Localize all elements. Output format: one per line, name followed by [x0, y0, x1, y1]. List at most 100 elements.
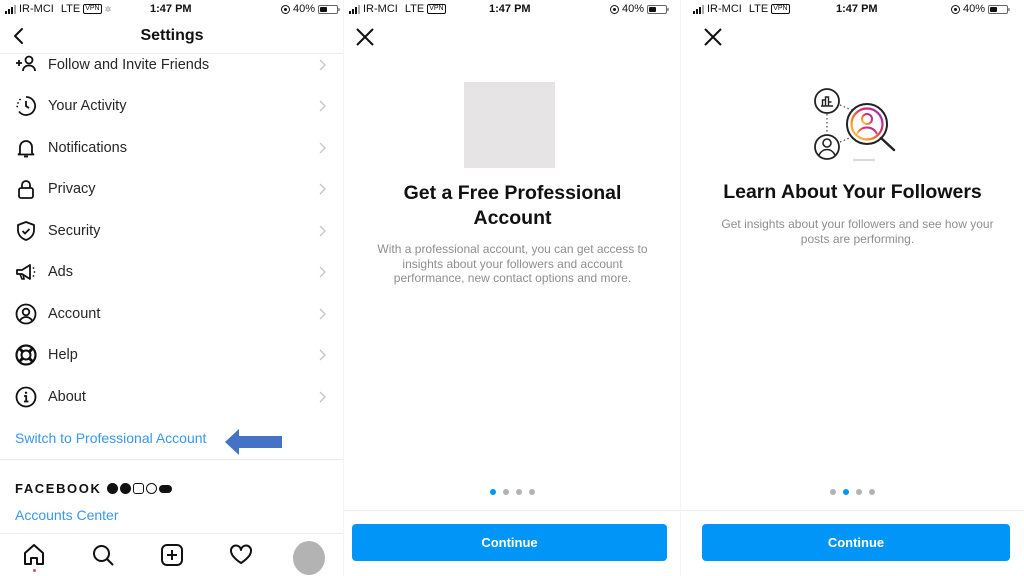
chevron-right-icon — [319, 183, 326, 195]
status-bar: IR-MCI LTE VPN 1:47 PM 40% — [681, 0, 1024, 18]
divider — [681, 510, 1024, 511]
clock: 1:47 PM — [836, 3, 878, 15]
carrier: IR-MCI — [707, 3, 742, 15]
vpn-badge: VPN — [771, 4, 790, 14]
facebook-family-icons — [107, 483, 173, 494]
page-dot — [856, 489, 862, 495]
menu-item-label: Account — [48, 305, 101, 322]
menu-item-help[interactable]: Help — [0, 335, 344, 377]
menu-item-follow-invite[interactable]: Follow and Invite Friends — [0, 44, 344, 86]
page-indicator — [681, 489, 1024, 495]
professional-onboarding-step-2: IR-MCI LTE VPN 1:47 PM 40% Learn About Y… — [681, 0, 1024, 576]
orientation-lock-icon — [280, 4, 290, 14]
page-dot-active — [843, 489, 849, 495]
signal-icon — [5, 4, 16, 14]
page-dot — [869, 489, 875, 495]
divider — [344, 510, 681, 511]
home-icon[interactable] — [21, 542, 47, 568]
instagram-icon — [133, 483, 145, 494]
chevron-right-icon — [319, 142, 326, 154]
menu-item-notifications[interactable]: Notifications — [0, 127, 344, 169]
facebook-label: FACEBOOK — [15, 481, 102, 496]
menu-item-label: Your Activity — [48, 98, 127, 115]
vpn-badge: VPN — [427, 4, 446, 14]
orientation-lock-icon — [950, 4, 960, 14]
activity-clock-icon — [16, 96, 37, 117]
loading-icon: ✲ — [104, 4, 112, 14]
chevron-right-icon — [319, 266, 326, 278]
megaphone-icon — [16, 264, 36, 281]
profile-avatar[interactable] — [293, 541, 325, 575]
chevron-right-icon — [319, 225, 326, 237]
menu-item-security[interactable]: Security — [0, 210, 344, 252]
close-icon[interactable] — [354, 26, 376, 48]
continue-button[interactable]: Continue — [702, 524, 1010, 561]
page-title: Settings — [140, 27, 204, 44]
close-icon[interactable] — [702, 26, 724, 48]
continue-button[interactable]: Continue — [352, 524, 667, 561]
settings-screen: IR-MCI LTE VPN ✲ 1:47 PM 40% Settings Fo… — [0, 0, 344, 576]
bell-icon — [17, 139, 35, 158]
menu-item-privacy[interactable]: Privacy — [0, 169, 344, 211]
status-bar: IR-MCI LTE VPN ✲ 1:47 PM 40% — [0, 0, 344, 18]
battery-icon — [647, 4, 669, 14]
clock: 1:47 PM — [489, 3, 531, 15]
onboarding-description: With a professional account, you can get… — [377, 242, 648, 285]
page-dot-active — [490, 489, 496, 495]
signal-icon — [349, 4, 360, 14]
page-dot — [529, 489, 535, 495]
heart-icon[interactable] — [228, 542, 254, 568]
network-type: LTE — [748, 3, 769, 15]
battery-icon — [318, 4, 340, 14]
onboarding-description: Get insights about your followers and se… — [721, 217, 994, 246]
home-notification-dot — [33, 569, 36, 572]
shield-check-icon — [17, 220, 35, 241]
chevron-right-icon — [319, 100, 326, 112]
accounts-center-link[interactable]: Accounts Center — [15, 507, 119, 523]
search-icon[interactable] — [90, 542, 116, 568]
messenger-icon — [120, 483, 132, 494]
chevron-right-icon — [319, 308, 326, 320]
menu-item-account[interactable]: Account — [0, 293, 344, 335]
onboarding-title: Get a Free Professional Account — [344, 181, 681, 231]
info-icon — [15, 386, 37, 408]
page-indicator — [344, 489, 681, 495]
menu-item-label: Ads — [48, 264, 73, 281]
menu-item-label: About — [48, 388, 86, 405]
vpn-badge: VPN — [83, 4, 102, 14]
menu-item-label: Security — [48, 222, 101, 239]
title-line-1: Get a Free Professional — [403, 182, 622, 204]
account-circle-icon — [15, 303, 37, 325]
page-dot — [830, 489, 836, 495]
facebook-section-header: FACEBOOK — [15, 481, 173, 496]
menu-item-label: Notifications — [48, 139, 127, 156]
status-bar: IR-MCI LTE VPN 1:47 PM 40% — [344, 0, 681, 18]
whatsapp-icon — [146, 483, 158, 494]
menu-item-your-activity[interactable]: Your Activity — [0, 86, 344, 128]
menu-item-ads[interactable]: Ads — [0, 252, 344, 294]
battery-percent: 40% — [962, 3, 985, 15]
menu-item-label: Privacy — [48, 181, 96, 198]
annotation-arrow-icon — [225, 429, 282, 455]
facebook-icon — [107, 483, 119, 494]
network-type: LTE — [404, 3, 425, 15]
lock-icon — [18, 180, 34, 200]
network-type: LTE — [60, 3, 81, 15]
carrier: IR-MCI — [19, 3, 54, 15]
onboarding-title: Learn About Your Followers — [723, 181, 982, 203]
signal-icon — [693, 4, 704, 14]
menu-item-label: Help — [48, 347, 78, 364]
title-line-2: Account — [473, 207, 552, 229]
menu-item-about[interactable]: About — [0, 376, 344, 418]
battery-icon — [988, 4, 1010, 14]
illustration-placeholder — [464, 82, 555, 168]
new-post-icon[interactable] — [159, 542, 185, 568]
add-person-icon — [16, 55, 36, 71]
page-dot — [516, 489, 522, 495]
menu-item-label: Follow and Invite Friends — [48, 56, 210, 73]
switch-to-professional-link[interactable]: Switch to Professional Account — [15, 430, 206, 446]
orientation-lock-icon — [609, 4, 619, 14]
divider — [0, 459, 344, 460]
insights-illustration-icon — [814, 88, 896, 161]
chevron-right-icon — [319, 59, 326, 71]
